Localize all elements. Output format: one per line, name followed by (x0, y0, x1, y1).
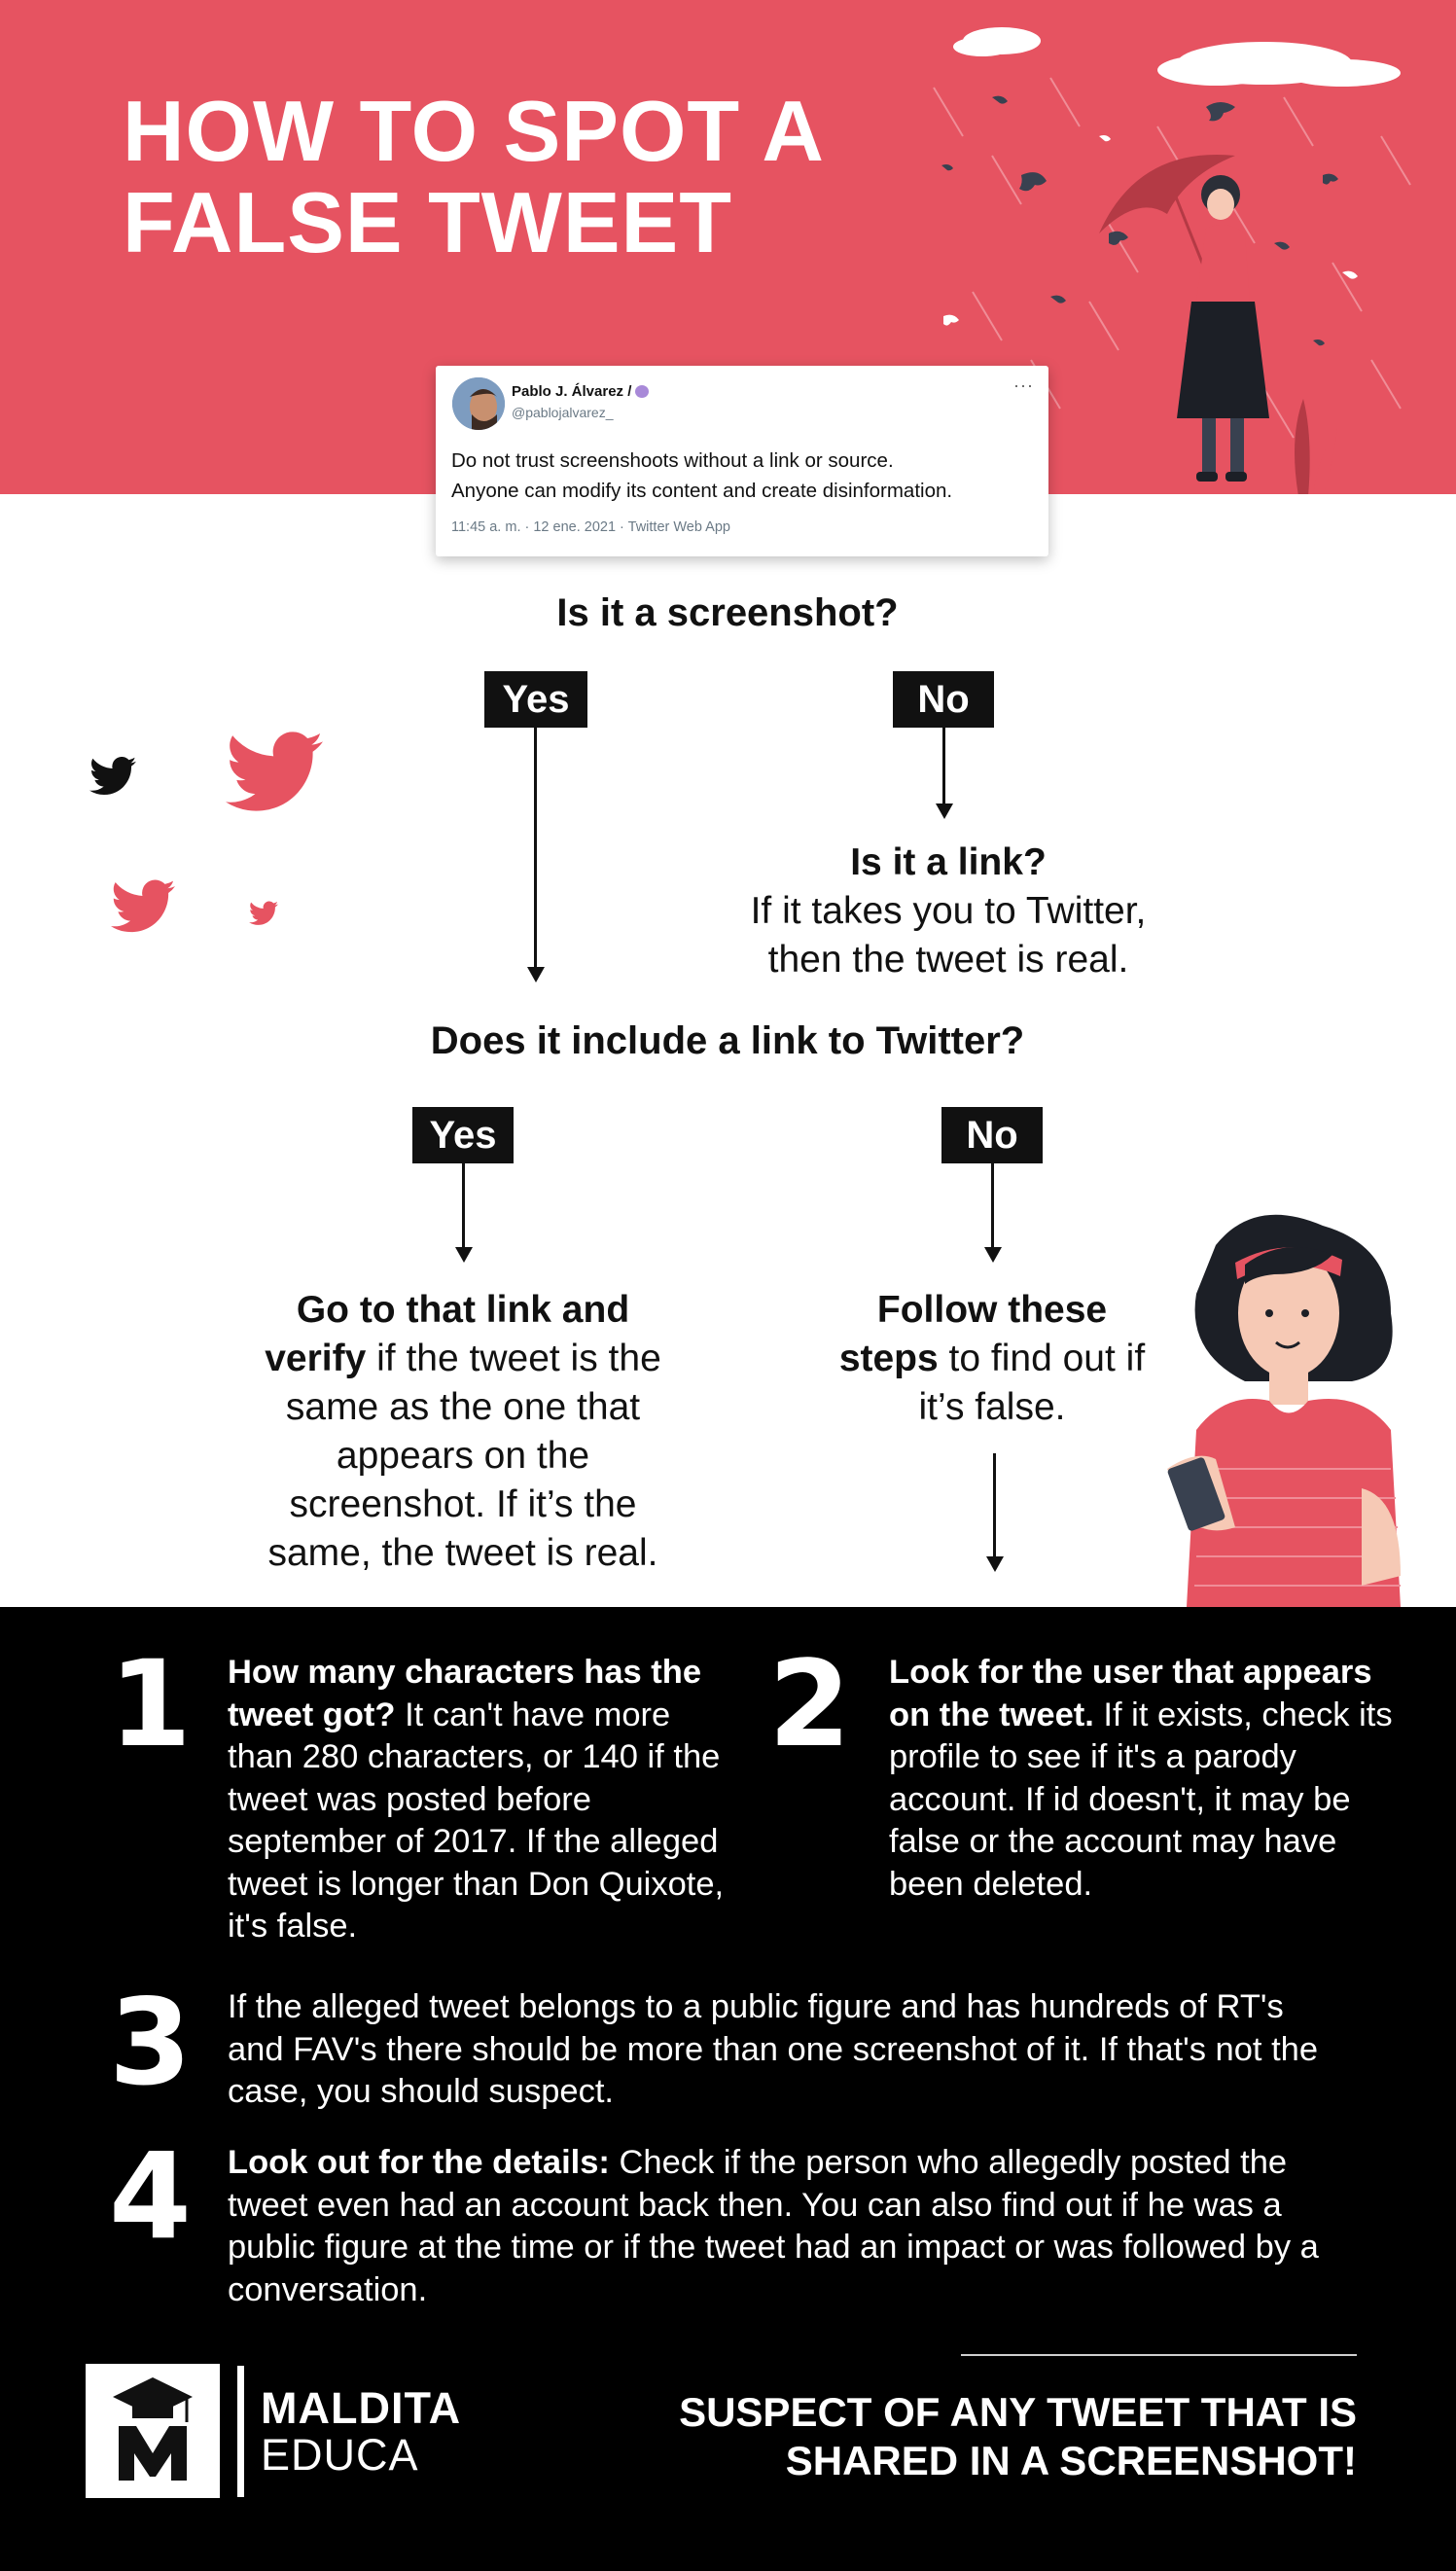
tweet-body-line-1: Do not trust screenshoots without a link… (451, 449, 894, 472)
step-3-text: If the alleged tweet belongs to a public… (228, 1986, 1346, 2114)
verify-line-5: screenshot. If it’s the (289, 1483, 637, 1525)
title-line-2: FALSE TWEET (123, 174, 732, 270)
step-2-text: Look for the user that appears on the tw… (889, 1652, 1395, 1906)
page-title: HOW TO SPOT A FALSE TWEET (123, 86, 862, 268)
verify-instruction: Go to that link and verify if the tweet … (200, 1286, 726, 1578)
twitter-bird-icon (89, 757, 136, 795)
arrowhead-no-2 (984, 1247, 1002, 1263)
title-line-1: HOW TO SPOT A (123, 83, 825, 179)
follow-rest: to find out if (938, 1338, 1146, 1379)
verify-line-3: same as the one that (285, 1386, 641, 1428)
follow-bold-1: Follow these (876, 1289, 1108, 1331)
graduation-cap-m-icon (113, 2377, 193, 2481)
follow-instruction: Follow these steps to find out if it’s f… (798, 1286, 1187, 1432)
verify-bold-2: verify (265, 1338, 367, 1379)
arrowhead-follow (986, 1556, 1004, 1572)
no-tag-2: No (941, 1107, 1043, 1163)
arrowhead-yes-2 (455, 1247, 473, 1263)
step-1-text: How many characters has the tweet got? I… (228, 1652, 733, 1948)
maldita-logo (86, 2364, 220, 2498)
step-3-body: If the alleged tweet belongs to a public… (228, 1988, 1319, 2110)
follow-line-3: it’s false. (918, 1386, 1066, 1428)
question-twitter-link: Does it include a link to Twitter? (430, 1019, 1025, 1062)
slogan-line-1: SUSPECT OF ANY TWEET THAT IS (679, 2389, 1357, 2435)
twitter-bird-large-icon (226, 732, 323, 811)
verify-line-6: same, the tweet is real. (267, 1532, 658, 1574)
twitter-bird-small-icon (249, 901, 278, 925)
step-4-text: Look out for the details: Check if the p… (228, 2142, 1375, 2311)
brand-name-line-1: MALDITA (261, 2383, 462, 2433)
arrowhead-no-1 (936, 803, 953, 819)
verify-line-4: appears on the (336, 1435, 590, 1477)
tweet-card: Pablo J. Álvarez / @pablojalvarez_ ··· D… (436, 366, 1048, 556)
footer-divider (961, 2354, 1357, 2356)
slogan-line-2: SHARED IN A SCREENSHOT! (785, 2438, 1357, 2483)
purple-heart-icon (635, 385, 650, 398)
tweet-author-name: Pablo J. Álvarez / (512, 383, 650, 400)
step-number-1: 1 (109, 1635, 192, 1773)
step-4-bold: Look out for the details: (228, 2144, 610, 2181)
arrow-line-no-1-solid (942, 728, 945, 815)
arrow-line-yes-1 (534, 728, 537, 969)
arrow-line-yes-2 (462, 1163, 465, 1249)
question-screenshot: Is it a screenshot? (556, 591, 899, 634)
tweet-author-handle: @pablojalvarez_ (512, 405, 614, 420)
arrow-line-follow (993, 1453, 996, 1560)
yes-tag-2: Yes (412, 1107, 514, 1163)
arrowhead-yes-1 (527, 967, 545, 982)
link-line-1: If it takes you to Twitter, (750, 890, 1147, 932)
step-number-3: 3 (109, 1974, 192, 2112)
link-line-2: then the tweet is real. (767, 939, 1129, 981)
verify-rest-1: if the tweet is the (366, 1338, 661, 1379)
woman-umbrella-illustration (1099, 155, 1337, 494)
slogan: SUSPECT OF ANY TWEET THAT IS SHARED IN A… (584, 2388, 1357, 2485)
link-explanation: Is it a link? If it takes you to Twitter… (681, 839, 1216, 984)
link-question: Is it a link? (850, 841, 1047, 883)
tweet-body-line-2: Anyone can modify its content and create… (451, 480, 953, 502)
yes-tag-1: Yes (484, 671, 587, 728)
logo-divider (237, 2366, 244, 2497)
step-number-4: 4 (109, 2127, 192, 2266)
tweet-body: Do not trust screenshoots without a link… (451, 446, 1035, 506)
woman-phone-illustration (1167, 1214, 1401, 1607)
avatar (452, 377, 505, 430)
verify-bold-1: Go to that link and (296, 1289, 630, 1331)
twitter-bird-medium-icon (111, 879, 175, 933)
more-options-icon[interactable]: ··· (1013, 375, 1034, 396)
brand-name-line-2: EDUCA (261, 2430, 419, 2480)
arrow-line-no-2 (991, 1163, 994, 1249)
tweet-meta: 11:45 a. m. · 12 ene. 2021 · Twitter Web… (451, 519, 730, 535)
step-number-2: 2 (768, 1635, 851, 1773)
follow-bold-2: steps (838, 1338, 939, 1379)
no-tag-1: No (893, 671, 994, 728)
